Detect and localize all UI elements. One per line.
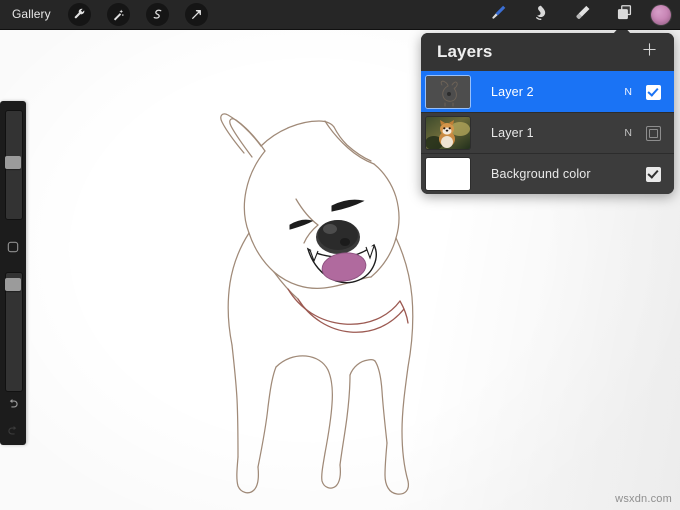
top-toolbar: Gallery xyxy=(0,0,680,30)
brush-size-slider[interactable] xyxy=(5,110,23,220)
layer-thumbnail[interactable] xyxy=(426,117,470,149)
layer-visibility-checkbox[interactable] xyxy=(646,125,661,141)
dog-photo-thumbnail xyxy=(426,117,470,149)
redo-button[interactable] xyxy=(3,423,23,443)
brush-size-handle[interactable] xyxy=(5,156,21,169)
layer-thumbnail[interactable] xyxy=(426,76,470,108)
color-swatch-button[interactable] xyxy=(651,4,671,25)
eraser-button[interactable] xyxy=(565,0,599,29)
eraser-icon xyxy=(573,3,592,27)
plus-icon xyxy=(641,41,658,63)
layers-panel-header: Layers xyxy=(421,33,674,71)
brush-icon xyxy=(489,3,508,27)
sketch-thumbnail xyxy=(426,76,470,108)
layer-blend-mode[interactable]: N xyxy=(624,127,632,139)
layers-panel-title: Layers xyxy=(437,42,493,61)
undo-button[interactable] xyxy=(3,396,23,416)
layers-panel: Layers Layer 2 N Layer 1 N Background co… xyxy=(421,33,674,194)
brush-opacity-slider[interactable] xyxy=(5,272,23,392)
background-color-swatch[interactable] xyxy=(426,158,470,190)
redo-arrow-icon xyxy=(6,424,20,443)
layer-name: Background color xyxy=(491,167,591,181)
wrench-icon xyxy=(73,8,86,21)
paint-brush-button[interactable] xyxy=(481,0,515,29)
add-layer-button[interactable] xyxy=(638,41,660,63)
dog-left-eye xyxy=(289,219,314,230)
modify-button[interactable] xyxy=(3,239,23,259)
layer-visibility-checkbox[interactable] xyxy=(646,84,661,100)
adjustments-wand-button[interactable] xyxy=(106,3,130,26)
square-modify-icon xyxy=(6,240,20,259)
actions-wrench-button[interactable] xyxy=(67,3,91,26)
smudge-button[interactable] xyxy=(523,0,557,29)
layer-name: Layer 1 xyxy=(491,126,534,140)
layer-row[interactable]: Background color xyxy=(421,153,674,194)
layer-blend-mode[interactable]: N xyxy=(624,86,632,98)
toolbar-right-group xyxy=(477,0,680,29)
transform-button[interactable] xyxy=(184,3,208,26)
gallery-button[interactable]: Gallery xyxy=(0,0,60,29)
layers-button[interactable] xyxy=(607,0,641,29)
dog-right-eye xyxy=(331,199,365,212)
arrow-transform-icon xyxy=(190,8,203,21)
smudge-icon xyxy=(531,3,550,27)
s-curve-selection-icon xyxy=(151,8,164,21)
procreate-app-window: Gallery Layers Layer 2 N Layer 1 N Backg… xyxy=(0,0,680,510)
selection-button[interactable] xyxy=(145,3,169,26)
undo-arrow-icon xyxy=(6,397,20,416)
layer-visibility-checkbox[interactable] xyxy=(646,166,661,182)
layers-icon xyxy=(615,3,634,27)
toolbar-left-group: Gallery xyxy=(0,0,216,29)
layer-row[interactable]: Layer 2 N xyxy=(421,71,674,112)
brush-opacity-handle[interactable] xyxy=(5,278,21,291)
left-sidebar xyxy=(0,101,26,445)
magic-wand-icon xyxy=(112,8,125,21)
layer-name: Layer 2 xyxy=(491,85,534,99)
layer-row[interactable]: Layer 1 N xyxy=(421,112,674,153)
watermark: wsxdn.com xyxy=(615,493,672,505)
dog-collar xyxy=(287,288,409,333)
dog-nose xyxy=(316,220,360,254)
